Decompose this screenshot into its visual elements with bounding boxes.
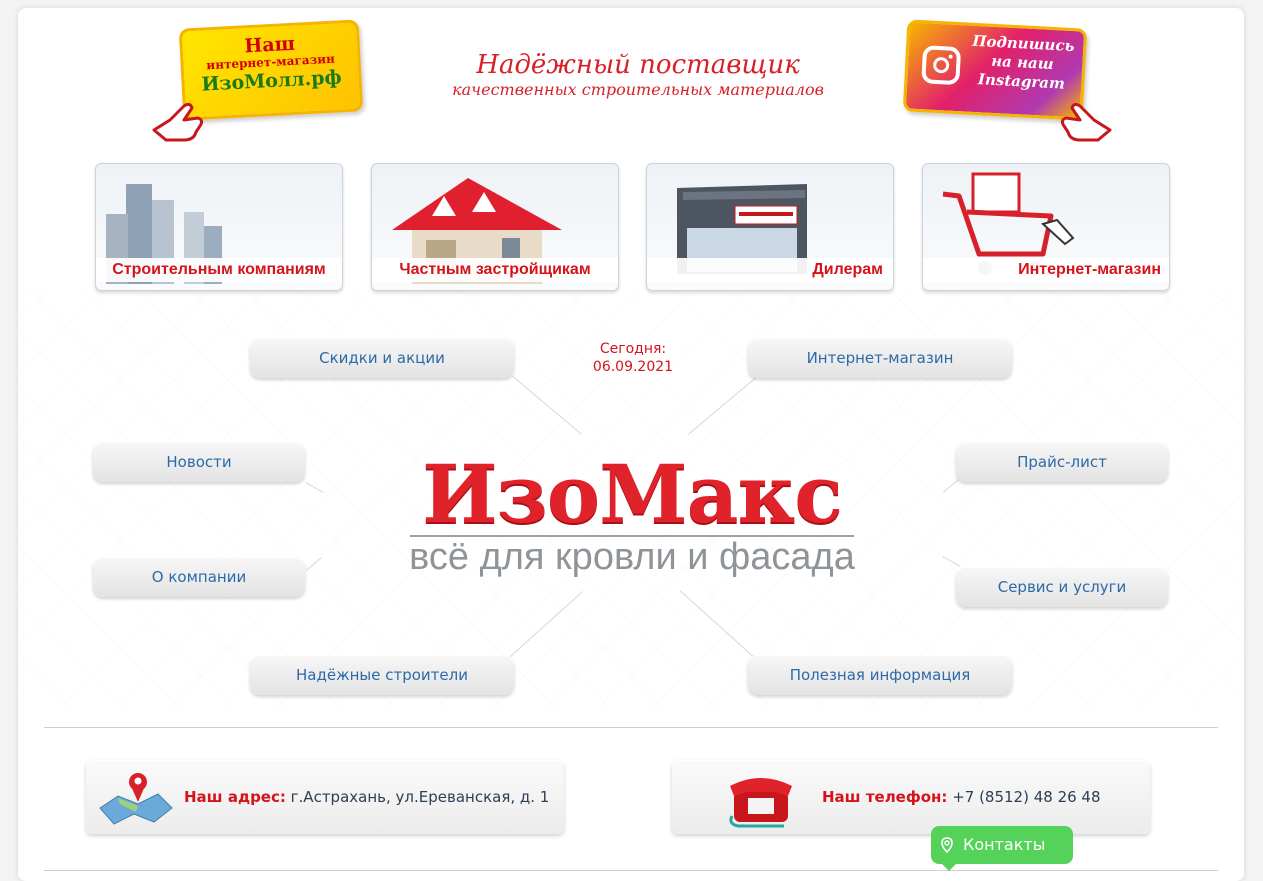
address-line: Наш адрес: г.Астрахань, ул.Ереванская, д…: [184, 788, 549, 806]
phone-line: Наш телефон: +7 (8512) 48 26 48: [822, 788, 1101, 806]
tagline-line1: Надёжный поставщик: [476, 50, 800, 80]
tile-label: Интернет-магазин: [923, 258, 1169, 282]
today-value: 06.09.2021: [592, 359, 674, 375]
nav-pricelist-button[interactable]: Прайс-лист: [956, 442, 1168, 482]
today-label: Сегодня:: [599, 341, 667, 357]
tile-label: Частным застройщикам: [372, 258, 618, 282]
instagram-badge-text: Подпишись на наш Instagram: [969, 32, 1076, 94]
pointing-hand-icon: [152, 102, 204, 142]
nav-builders-button[interactable]: Надёжные строители: [250, 655, 514, 695]
tile-label: Дилерам: [647, 258, 893, 282]
today-date: Сегодня: 06.09.2021: [583, 340, 683, 376]
header-tagline: Надёжный поставщик качественных строител…: [438, 50, 838, 100]
tile-dealers[interactable]: Дилерам: [646, 163, 894, 291]
company-logo: ИзоМакс всё для кровли и фасада: [406, 453, 858, 577]
phone-box: Наш телефон: +7 (8512) 48 26 48: [672, 760, 1150, 834]
tile-online-shop[interactable]: Интернет-магазин: [922, 163, 1170, 291]
tagline-line2: качественных строительных материалов: [452, 80, 824, 99]
nav-discounts-button[interactable]: Скидки и акции: [250, 338, 514, 378]
contacts-button-tail: [941, 863, 957, 871]
nav-news-button[interactable]: Новости: [93, 442, 305, 482]
nav-shop-button[interactable]: Интернет-магазин: [748, 338, 1012, 378]
page-container: Наш интернет-магазин ИзоМолл.рф Надёжный…: [18, 8, 1244, 881]
address-label: Наш адрес:: [184, 788, 286, 806]
contacts-button[interactable]: Контакты: [931, 826, 1073, 871]
divider: [44, 870, 1218, 871]
instagram-icon: [921, 45, 962, 86]
instagram-badge-line3: Instagram: [977, 70, 1066, 93]
telephone-icon: [729, 778, 792, 828]
logo-name: ИзоМакс: [422, 447, 843, 541]
nav-service-button[interactable]: Сервис и услуги: [956, 567, 1168, 607]
address-box: Наш адрес: г.Астрахань, ул.Ереванская, д…: [86, 760, 564, 834]
logo-slogan: всё для кровли и фасада: [409, 536, 855, 578]
tile-label: Строительным компаниям: [96, 258, 342, 282]
location-pin-icon: [941, 837, 953, 853]
tile-private-builders[interactable]: Частным застройщикам: [371, 163, 619, 291]
nav-about-button[interactable]: О компании: [93, 557, 305, 597]
nav-info-button[interactable]: Полезная информация: [748, 655, 1012, 695]
contacts-button-label: Контакты: [963, 835, 1046, 854]
divider: [44, 727, 1218, 728]
map-pin-icon: [99, 773, 173, 825]
phone-value[interactable]: +7 (8512) 48 26 48: [952, 788, 1100, 806]
phone-label: Наш телефон:: [822, 788, 948, 806]
tile-construction-companies[interactable]: Строительным компаниям: [95, 163, 343, 291]
address-value: г.Астрахань, ул.Ереванская, д. 1: [290, 788, 550, 806]
shop-promo-badge[interactable]: Наш интернет-магазин ИзоМолл.рф: [178, 19, 364, 121]
pointing-hand-icon: [1060, 102, 1112, 142]
